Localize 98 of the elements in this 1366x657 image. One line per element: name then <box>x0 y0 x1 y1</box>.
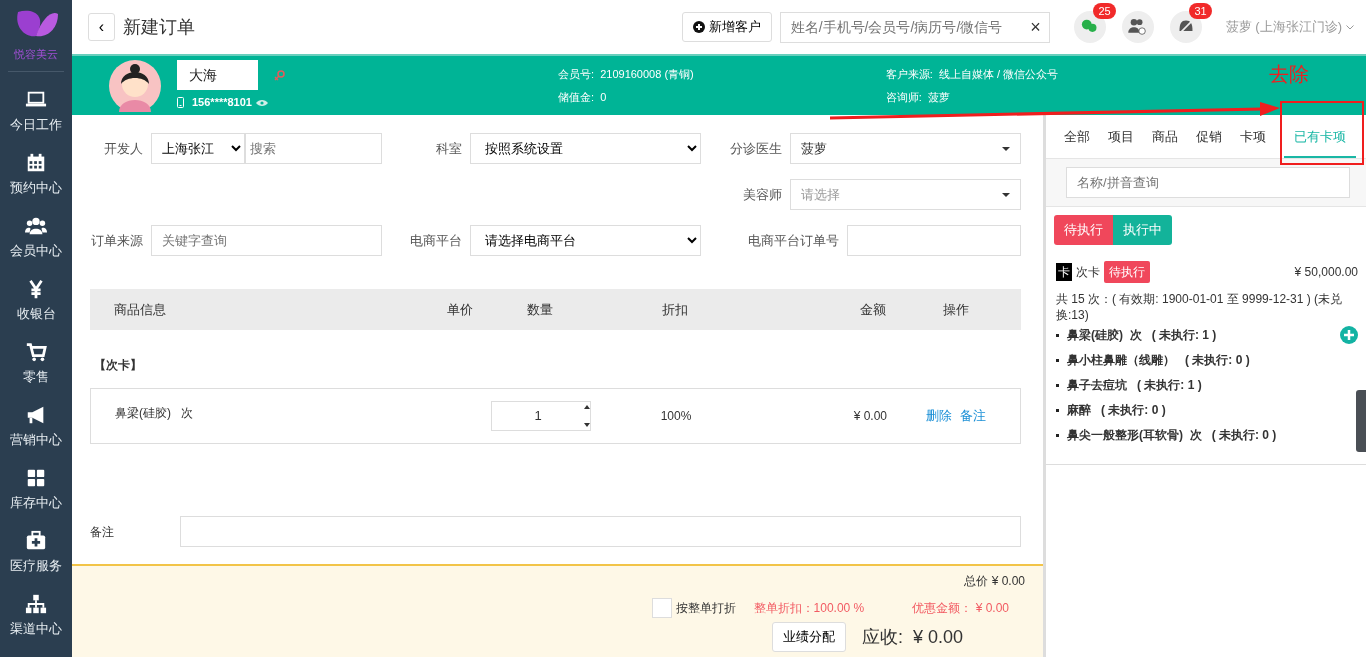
remark-label: 备注 <box>90 523 115 541</box>
discount-cell-text: 100% <box>659 408 693 425</box>
action-link[interactable]: 删除 <box>925 406 952 426</box>
tab[interactable]: 项目 <box>1108 119 1134 158</box>
sidebar-item[interactable]: 营销中心 <box>0 395 72 458</box>
action-link[interactable]: 备注 <box>959 406 986 426</box>
logo-text: 悦容美云 <box>14 47 58 62</box>
clear-button[interactable]: × <box>1030 13 1041 41</box>
branch-select[interactable]: 上海张江 <box>151 133 245 164</box>
remark-field[interactable] <box>180 516 1021 547</box>
column-header: 折扣 <box>661 300 689 319</box>
tab[interactable]: 促销 <box>1196 119 1222 158</box>
bullet-icon <box>1056 383 1059 387</box>
count-badge: 31 <box>1189 3 1212 19</box>
column-header: 金额 <box>859 300 887 319</box>
back-button[interactable]: ‹ <box>88 13 115 41</box>
sidebar-item[interactable]: 预约中心 <box>0 143 72 206</box>
field-label: 电商平台 <box>410 231 462 250</box>
calendar-icon <box>25 151 47 174</box>
info-text: 会员号: 2109160008 (青铜) <box>558 66 694 82</box>
info-text: 咨询师: 菠萝 <box>885 89 951 105</box>
customer-name: 大海 <box>177 60 258 91</box>
card-item: 鼻子去痘坑 ( 未执行: 1 ) <box>1067 377 1202 395</box>
eye-icon[interactable] <box>255 98 268 107</box>
sidebar-item[interactable]: 医疗服务 <box>0 521 72 584</box>
item-name: 鼻梁(硅胶) 次 <box>114 405 194 422</box>
dropdown-field[interactable]: 菠萝 <box>790 133 1021 164</box>
total-price: 总价 ¥ 0.00 <box>964 573 1025 590</box>
sitemap-icon <box>25 592 47 615</box>
cart-icon <box>25 340 47 363</box>
phone-icon <box>177 97 184 108</box>
stepper-arrows-icon[interactable] <box>584 403 590 429</box>
card-type-badge: 卡 <box>1056 262 1072 281</box>
card-name: 次卡 <box>1076 263 1100 281</box>
sidebar-item[interactable]: 渠道中心 <box>0 584 72 647</box>
tab[interactable]: 全部 <box>1064 119 1090 158</box>
card-item: 鼻尖一般整形(耳软骨) 次 ( 未执行: 0 ) <box>1067 427 1277 445</box>
input-field[interactable] <box>847 225 1021 256</box>
bullet-icon <box>1056 333 1059 337</box>
field-label: 开发人 <box>104 139 143 158</box>
caret-icon <box>1002 192 1010 197</box>
card-price: ¥ 50,000.00 <box>1294 263 1358 281</box>
info-text: 储值金: 0 <box>558 89 608 105</box>
medical-kit-icon <box>25 529 47 552</box>
bullet-icon <box>1056 358 1059 362</box>
caret-icon <box>1002 146 1010 151</box>
amount-cell-text: ¥ 0.00 <box>852 408 888 425</box>
plus-circle-icon <box>692 21 705 33</box>
sidebar-item[interactable]: 零售 <box>0 332 72 395</box>
quantity-stepper[interactable]: 1 <box>491 401 591 431</box>
column-header: 操作 <box>941 300 970 319</box>
field-label: 科室 <box>436 139 462 158</box>
phone-number: 156****8101 <box>192 95 252 111</box>
column-header: 商品信息 <box>113 300 167 319</box>
search-field[interactable]: 姓名/手机号/会员号/病历号/微信号 × <box>779 11 1050 43</box>
card-item: 鼻梁(硅胶) 次 ( 未执行: 1 ) <box>1067 327 1217 345</box>
page-title: 新建订单 <box>123 15 195 39</box>
tab[interactable]: 商品 <box>1152 119 1178 158</box>
performance-button[interactable]: 业绩分配 <box>771 622 846 652</box>
sidebar-item[interactable]: 收银台 <box>0 269 72 332</box>
count-badge: 25 <box>1093 3 1116 19</box>
card-item: 鼻小柱鼻雕（线雕） ( 未执行: 0 ) <box>1067 352 1250 370</box>
status-badge: 待执行 <box>1104 260 1150 283</box>
discount-rate: 整单折扣：100.00 % <box>753 600 865 617</box>
sidebar-item[interactable]: 今日工作 <box>0 80 72 143</box>
bullet-icon <box>1056 408 1059 412</box>
notification-button[interactable] <box>1121 11 1154 43</box>
input-field[interactable]: 关键字查询 <box>151 225 382 256</box>
search-field[interactable]: 名称/拼音查询 <box>1066 166 1350 198</box>
column-header: 数量 <box>526 300 554 319</box>
status-button[interactable]: 待执行 <box>1054 214 1113 245</box>
chevron-down-icon <box>1346 24 1354 30</box>
side-handle[interactable] <box>1356 390 1366 452</box>
receivable-amount: 应收: ¥ 0.00 <box>861 625 963 649</box>
field-label: 订单来源 <box>91 231 143 250</box>
field-label: 美容师 <box>743 185 782 204</box>
group-label: 【次卡】 <box>94 357 143 374</box>
discount-amount: 优惠金额： ¥ 0.00 <box>912 600 1009 617</box>
bullet-icon <box>1056 433 1059 437</box>
add-icon[interactable] <box>1340 326 1358 345</box>
select-field[interactable]: 按照系统设置 <box>470 133 701 164</box>
new-customer-button[interactable]: 新增客户 <box>681 12 772 42</box>
avatar <box>109 59 161 112</box>
field-label: 分诊医生 <box>730 139 782 158</box>
card-summary: 共 15 次：( 有效期: 1900-01-01 至 9999-12-31 ) (未兑换:13) <box>1056 290 1344 323</box>
search-field[interactable]: 搜索 <box>245 133 382 164</box>
checkbox[interactable] <box>651 598 672 618</box>
sidebar-item[interactable]: 库存中心 <box>0 458 72 521</box>
checkbox-label: 按整单打折 <box>675 600 736 617</box>
column-header: 单价 <box>446 300 474 319</box>
select-field[interactable]: 请选择电商平台 <box>470 225 701 256</box>
field-label: 电商平台订单号 <box>748 231 839 250</box>
gender-icon <box>274 69 286 82</box>
sidebar-item[interactable]: 会员中心 <box>0 206 72 269</box>
info-text: 客户来源: 线上自媒体 / 微信公众号 <box>885 66 1059 82</box>
card-item: 麻醉 ( 未执行: 0 ) <box>1067 402 1166 420</box>
annotation-label: 去除 <box>1269 64 1309 84</box>
tab[interactable]: 卡项 <box>1240 119 1266 158</box>
